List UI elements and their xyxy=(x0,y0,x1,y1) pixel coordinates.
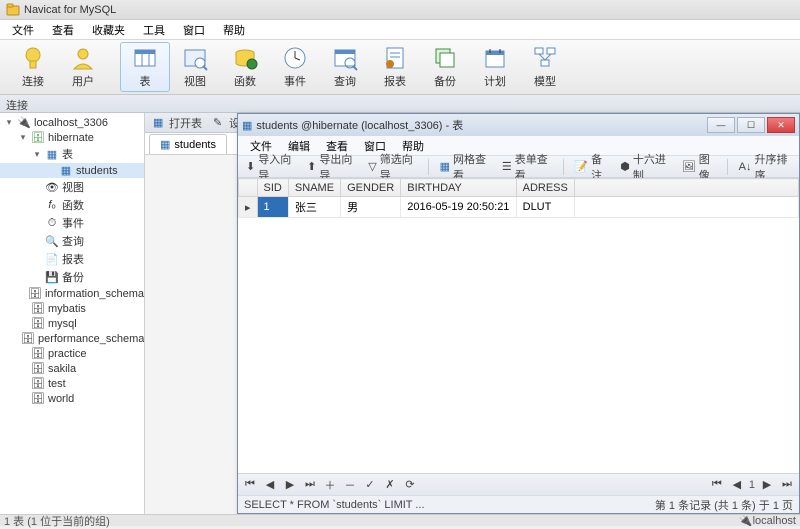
page-number: 1 xyxy=(749,479,755,491)
tab-students[interactable]: ▦students xyxy=(149,134,227,154)
tb-table[interactable]: 表 xyxy=(120,42,170,92)
child-titlebar[interactable]: ▦students @hibernate (localhost_3306) - … xyxy=(238,114,799,136)
col-gender[interactable]: GENDER xyxy=(341,179,401,197)
nav-page-prev[interactable]: ◀ xyxy=(729,478,745,491)
app-title: Navicat for MySQL xyxy=(24,4,116,16)
menubar: 文件 查看 收藏夹 工具 窗口 帮助 xyxy=(0,20,800,40)
tree-views[interactable]: 👁视图 xyxy=(0,178,144,196)
tb-report[interactable]: 报表 xyxy=(370,42,420,92)
menu-favorites[interactable]: 收藏夹 xyxy=(84,20,133,40)
nav-add[interactable]: ＋ xyxy=(322,477,338,493)
tree-events[interactable]: ⏱事件 xyxy=(0,214,144,232)
nav-prev[interactable]: ◀ xyxy=(262,478,278,491)
menu-view[interactable]: 查看 xyxy=(44,20,82,40)
tree-queries[interactable]: 🔍查询 xyxy=(0,232,144,250)
menu-help[interactable]: 帮助 xyxy=(215,20,253,40)
sql-text: SELECT * FROM `students` LIMIT ... xyxy=(244,499,425,511)
tb-backup[interactable]: 备份 xyxy=(420,42,470,92)
nav-next[interactable]: ▶ xyxy=(282,478,298,491)
nav-commit[interactable]: ✓ xyxy=(362,478,378,491)
tree-db[interactable]: 🗄sakila xyxy=(0,361,144,376)
cell-adress[interactable]: DLUT xyxy=(516,197,574,218)
sidebar-header: 连接 xyxy=(0,95,800,113)
tree-db[interactable]: 🗄mysql xyxy=(0,316,144,331)
nav-page-next[interactable]: ▶ xyxy=(759,478,775,491)
col-sname[interactable]: SNAME xyxy=(288,179,340,197)
connection-tree[interactable]: ▾🔌localhost_3306 ▾🗄hibernate ▾▦表 ▦studen… xyxy=(0,113,145,514)
nav-cancel[interactable]: ✗ xyxy=(382,478,398,491)
tb-model[interactable]: 模型 xyxy=(520,42,570,92)
col-sid[interactable]: SID xyxy=(257,179,288,197)
tree-db[interactable]: 🗄test xyxy=(0,376,144,391)
tb-connect[interactable]: 连接 xyxy=(8,42,58,92)
main-toolbar: 连接 用户 表 视图 函数 事件 查询 报表 备份 计划 模型 xyxy=(0,40,800,95)
cell-sid[interactable]: 1 xyxy=(257,197,288,218)
app-titlebar: Navicat for MySQL xyxy=(0,0,800,20)
nav-last[interactable]: ⏭ xyxy=(302,478,318,491)
btn-open-table[interactable]: ▦打开表 xyxy=(149,114,206,132)
col-birthday[interactable]: BIRTHDAY xyxy=(401,179,516,197)
row-indicator-icon: ▸ xyxy=(239,197,258,218)
tb-query[interactable]: 查询 xyxy=(320,42,370,92)
tree-db[interactable]: 🗄performance_schema xyxy=(0,331,144,346)
nav-page-last[interactable]: ⏭ xyxy=(779,478,795,491)
record-navigator: ⏮ ◀ ▶ ⏭ ＋ － ✓ ✗ ⟳ ⏮ ◀ 1 ▶ ⏭ xyxy=(238,473,799,495)
status-conn: localhost xyxy=(753,515,796,527)
table-row[interactable]: ▸ 1 张三 男 2016-05-19 20:50:21 DLUT xyxy=(239,197,799,218)
tree-tables[interactable]: ▾▦表 xyxy=(0,145,144,163)
nav-refresh[interactable]: ⟳ xyxy=(402,478,418,491)
nav-page-first[interactable]: ⏮ xyxy=(709,478,725,491)
tree-db[interactable]: 🗄mybatis xyxy=(0,301,144,316)
tb-user[interactable]: 用户 xyxy=(58,42,108,92)
tree-db[interactable]: 🗄practice xyxy=(0,346,144,361)
nav-remove[interactable]: － xyxy=(342,477,358,493)
table-data-window: ▦students @hibernate (localhost_3306) - … xyxy=(237,113,800,514)
nav-first[interactable]: ⏮ xyxy=(242,478,258,491)
status-left: 1 表 (1 位于当前的组) xyxy=(4,513,110,529)
tb-view[interactable]: 视图 xyxy=(170,42,220,92)
cell-sname[interactable]: 张三 xyxy=(288,197,340,218)
data-grid[interactable]: SID SNAME GENDER BIRTHDAY ADRESS ▸ 1 张三 xyxy=(238,178,799,473)
app-icon xyxy=(6,3,20,17)
tb-function[interactable]: 函数 xyxy=(220,42,270,92)
status-conn-icon: 🔌 xyxy=(739,514,753,527)
tree-db-hibernate[interactable]: ▾🗄hibernate xyxy=(0,130,144,145)
menu-window[interactable]: 窗口 xyxy=(175,20,213,40)
tree-functions[interactable]: fₒ函数 xyxy=(0,196,144,214)
main-statusbar: 1 表 (1 位于当前的组) 🔌 localhost xyxy=(0,514,800,526)
child-title: students @hibernate (localhost_3306) - 表 xyxy=(256,117,463,133)
tree-backups[interactable]: 💾备份 xyxy=(0,268,144,286)
tree-reports[interactable]: 📄报表 xyxy=(0,250,144,268)
tree-db[interactable]: 🗄information_schema xyxy=(0,286,144,301)
child-min-button[interactable]: — xyxy=(707,117,735,133)
tree-table-students[interactable]: ▦students xyxy=(0,163,144,178)
child-toolbar: ⬇导入向导 ⬆导出向导 ▽筛选向导 ▦网格查看 ☰表单查看 📝备注 ⬢十六进制 … xyxy=(238,156,799,178)
record-count: 第 1 条记录 (共 1 条) 于 1 页 xyxy=(655,497,793,513)
child-close-button[interactable]: ✕ xyxy=(767,117,795,133)
child-max-button[interactable]: ☐ xyxy=(737,117,765,133)
menu-tools[interactable]: 工具 xyxy=(135,20,173,40)
cell-birthday[interactable]: 2016-05-19 20:50:21 xyxy=(401,197,516,218)
tb-plan[interactable]: 计划 xyxy=(470,42,520,92)
tree-connection[interactable]: ▾🔌localhost_3306 xyxy=(0,115,144,130)
tb-event[interactable]: 事件 xyxy=(270,42,320,92)
center-panel: ▦打开表 ✎设计表 ▦新建表 ▦删除表 ⬇导入向导 ⬆导出向导 ▦student… xyxy=(145,113,800,514)
menu-file[interactable]: 文件 xyxy=(4,20,42,40)
cell-gender[interactable]: 男 xyxy=(341,197,401,218)
tree-db[interactable]: 🗄world xyxy=(0,391,144,406)
child-statusbar: SELECT * FROM `students` LIMIT ... 第 1 条… xyxy=(238,495,799,513)
col-adress[interactable]: ADRESS xyxy=(516,179,574,197)
